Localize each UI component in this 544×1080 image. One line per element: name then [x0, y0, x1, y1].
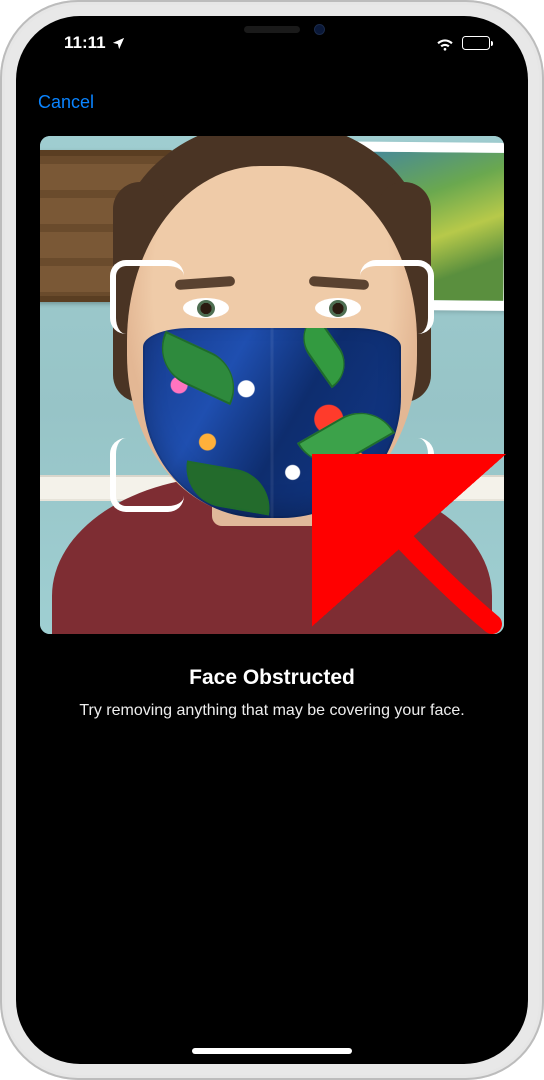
status-time: 11:11 — [64, 33, 106, 53]
cancel-button[interactable]: Cancel — [38, 86, 94, 119]
subject-person — [40, 148, 504, 634]
display-notch — [163, 16, 381, 50]
status-message: Face Obstructed Try removing anything th… — [56, 666, 488, 722]
screen: 11:11 Cancel — [16, 16, 528, 1064]
subject-face — [127, 166, 417, 516]
home-indicator[interactable] — [192, 1048, 352, 1054]
device-frame: 11:11 Cancel — [0, 0, 544, 1080]
eye-left — [183, 298, 229, 318]
camera-preview — [40, 136, 504, 634]
wifi-icon — [435, 36, 455, 51]
location-services-icon — [111, 36, 126, 51]
battery-icon — [462, 36, 490, 50]
eye-right — [315, 298, 361, 318]
eyebrow-right — [309, 276, 370, 290]
eyebrow-left — [175, 276, 236, 290]
status-title: Face Obstructed — [56, 666, 488, 690]
status-subtitle: Try removing anything that may be coveri… — [56, 700, 488, 722]
nav-bar: Cancel — [16, 80, 528, 124]
